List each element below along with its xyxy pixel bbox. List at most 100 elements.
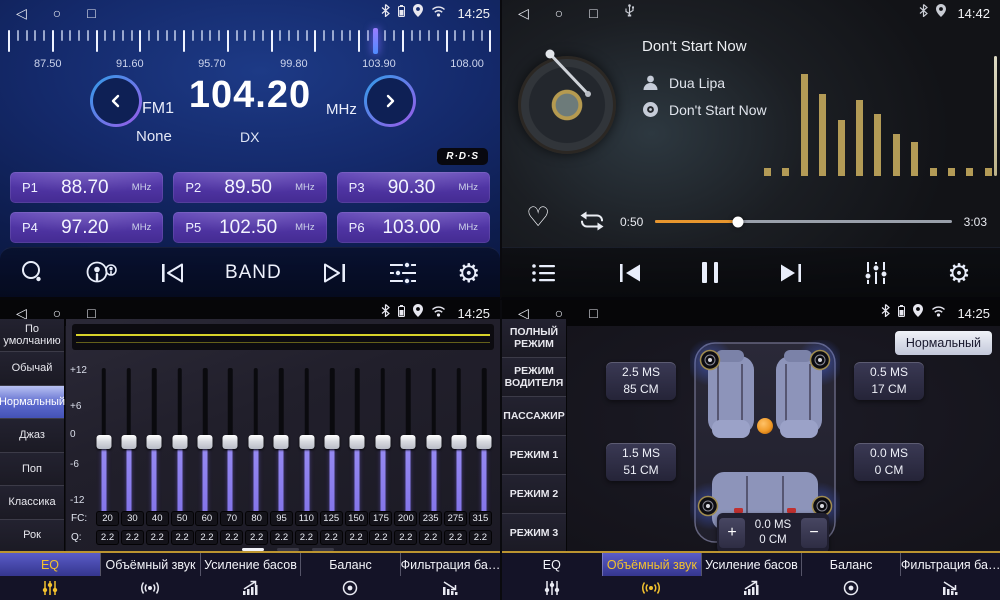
band-slider[interactable] [350,368,365,518]
slider-knob[interactable] [350,435,365,449]
slider-knob[interactable] [451,435,466,449]
slider-knob[interactable] [299,435,314,449]
home-button[interactable]: ○ [53,306,61,320]
preset-button[interactable]: P1 88.70 MHz [10,172,163,203]
band-slider[interactable] [96,368,111,518]
home-button[interactable]: ○ [555,6,563,20]
slider-knob[interactable] [426,435,441,449]
band-slider[interactable] [198,368,213,518]
preset-button[interactable]: P5 102.50 MHz [173,212,326,243]
progress-knob[interactable] [733,216,744,227]
tab-filter[interactable]: Фильтрация ба… [900,553,1000,600]
band-slider[interactable] [223,368,238,518]
equalizer-button[interactable] [863,260,889,286]
back-button[interactable]: ◁ [16,6,27,20]
back-button[interactable]: ◁ [518,6,529,20]
progress-bar[interactable] [655,220,952,223]
tab-balance[interactable]: Баланс [300,553,400,600]
home-button[interactable]: ○ [555,306,563,320]
tab-bass-boost[interactable]: Усиление басов [701,553,801,600]
tab-filter[interactable]: Фильтрация ба… [400,553,500,600]
eq-preset-item[interactable]: По умолчанию [0,319,64,352]
dx-local-button[interactable] [85,260,119,286]
eq-preset-item[interactable]: Рок [0,520,64,553]
band-slider[interactable] [172,368,187,518]
eq-preset-item[interactable]: Нормальный [0,386,64,419]
band-slider[interactable] [375,368,390,518]
home-button[interactable]: ○ [53,6,61,20]
band-slider[interactable] [477,368,492,518]
tune-down-button[interactable] [90,75,142,127]
back-button[interactable]: ◁ [16,306,27,320]
tuner-dial[interactable]: 87.5091.6095.7099.80103.90108.00 [0,26,500,74]
slider-knob[interactable] [248,435,263,449]
tab-surround[interactable]: Объёмный звук [100,553,200,600]
tab-surround[interactable]: Объёмный звук [602,553,702,600]
slider-knob[interactable] [121,435,136,449]
recents-button[interactable]: □ [589,6,597,20]
listening-mode-item[interactable]: ПАССАЖИР [502,397,566,436]
slider-knob[interactable] [375,435,390,449]
preset-button[interactable]: P6 103.00 MHz [337,212,490,243]
tune-up-button[interactable] [364,75,416,127]
band-slider[interactable] [274,368,289,518]
preset-button[interactable]: P4 97.20 MHz [10,212,163,243]
listening-mode-item[interactable]: РЕЖИМ 2 [502,475,566,514]
band-slider[interactable] [299,368,314,518]
eq-preset-item[interactable]: Поп [0,453,64,486]
preset-button[interactable]: P3 90.30 MHz [337,172,490,203]
eq-settings-button[interactable] [388,260,418,286]
band-slider[interactable] [325,368,340,518]
slider-knob[interactable] [325,435,340,449]
delay-front-right-button[interactable]: 0.5 MS 17 CM [854,362,924,400]
tab-balance[interactable]: Баланс [801,553,901,600]
band-slider[interactable] [248,368,263,518]
repeat-button[interactable] [576,210,608,237]
slider-knob[interactable] [223,435,238,449]
playlist-button[interactable] [531,262,557,284]
slider-knob[interactable] [198,435,213,449]
band-button[interactable]: BAND [225,262,282,284]
settings-button[interactable]: ⚙ [947,260,970,286]
delay-rear-left-button[interactable]: 1.5 MS 51 CM [606,443,676,481]
next-track-button[interactable] [777,261,805,285]
band-slider[interactable] [426,368,441,518]
eq-preset-item[interactable]: Джаз [0,419,64,452]
band-slider[interactable] [147,368,162,518]
favorite-button[interactable]: ♡ [526,202,550,233]
recents-button[interactable]: □ [589,306,597,320]
eq-preset-item[interactable]: Классика [0,486,64,519]
pause-button[interactable] [702,262,718,283]
delay-front-left-button[interactable]: 2.5 MS 85 CM [606,362,676,400]
recents-button[interactable]: □ [87,6,95,20]
delay-rear-right-button[interactable]: 0.0 MS 0 CM [854,443,924,481]
seek-down-button[interactable] [158,261,186,285]
settings-button[interactable]: ⚙ [457,260,480,286]
recents-button[interactable]: □ [87,306,95,320]
scan-button[interactable] [20,260,46,286]
slider-knob[interactable] [172,435,187,449]
band-slider[interactable] [121,368,136,518]
increase-delay-button[interactable]: + [719,518,745,548]
slider-knob[interactable] [147,435,162,449]
listening-mode-item[interactable]: РЕЖИМ ВОДИТЕЛЯ [502,358,566,397]
listening-mode-item[interactable]: РЕЖИМ 3 [502,514,566,553]
decrease-delay-button[interactable]: − [801,518,827,548]
tab-eq[interactable]: EQ [0,553,100,600]
tab-bass-boost[interactable]: Усиление басов [200,553,300,600]
band-slider[interactable] [401,368,416,518]
back-button[interactable]: ◁ [518,306,529,320]
eq-preset-item[interactable]: Обычай [0,352,64,385]
slider-knob[interactable] [477,435,492,449]
tab-eq[interactable]: EQ [502,553,602,600]
profile-button[interactable]: Нормальный [895,331,992,355]
slider-knob[interactable] [274,435,289,449]
slider-knob[interactable] [401,435,416,449]
listening-mode-item[interactable]: ПОЛНЫЙ РЕЖИМ [502,319,566,358]
preset-button[interactable]: P2 89.50 MHz [173,172,326,203]
seek-up-button[interactable] [321,261,349,285]
listening-mode-item[interactable]: РЕЖИМ 1 [502,436,566,475]
band-slider[interactable] [451,368,466,518]
slider-knob[interactable] [96,435,111,449]
previous-track-button[interactable] [616,261,644,285]
